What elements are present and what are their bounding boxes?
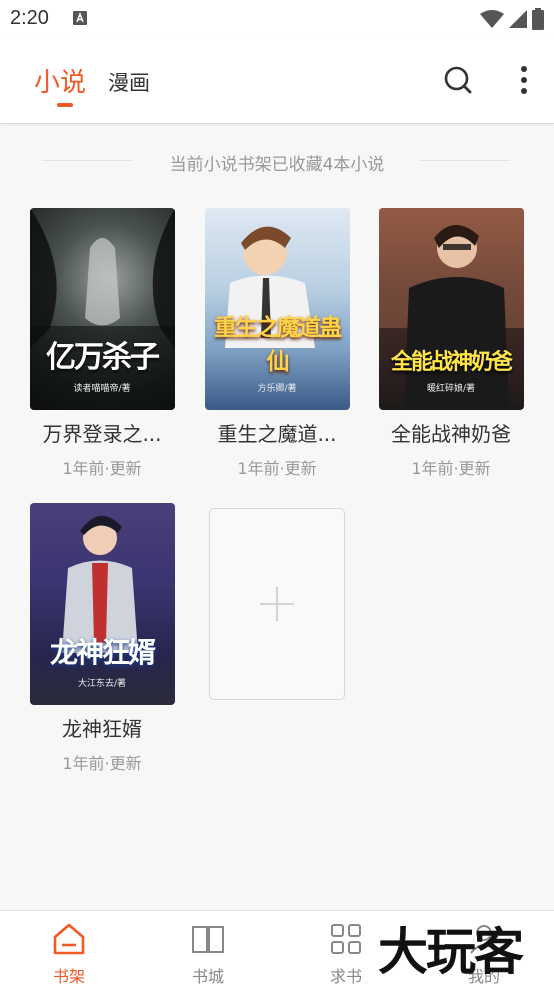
status-icons <box>480 8 544 30</box>
cover-art <box>378 208 524 410</box>
more-options-icon[interactable] <box>512 64 536 96</box>
nav-request-book[interactable]: 求书 <box>306 921 386 985</box>
cover-title: 亿万杀子 <box>46 340 160 375</box>
watermark-text: 大玩客 <box>378 923 524 981</box>
signal-icon <box>509 10 527 28</box>
plus-icon <box>260 587 294 621</box>
shelf-summary: 当前小说书架已收藏4本小说 <box>0 148 554 175</box>
notification-a-icon <box>73 11 87 25</box>
cover-title: 重生之魔道蛊仙 <box>214 315 342 375</box>
status-time: 2:20 <box>10 7 49 29</box>
book-cover[interactable]: 全能战神奶爸 暖红碎娘/著 <box>378 208 524 410</box>
book-title[interactable]: 龙神狂婿 <box>32 713 172 742</box>
cover-title: 龙神狂婿 <box>49 636 156 669</box>
cover-art <box>61 515 138 653</box>
nav-request-book-label: 求书 <box>329 967 362 985</box>
book-update-time: 1年前·更新 <box>411 459 491 478</box>
status-bar: 2:20 <box>0 0 554 40</box>
add-book-button[interactable] <box>209 508 345 700</box>
book-title[interactable]: 全能战神奶爸 <box>381 418 521 447</box>
home-icon <box>53 923 85 955</box>
book-title[interactable]: 万界登录之... <box>32 418 172 447</box>
nav-bookstore[interactable]: 书城 <box>168 921 248 985</box>
nav-bookstore-label: 书城 <box>191 967 224 985</box>
divider-right <box>420 160 510 161</box>
book-update-time: 1年前·更新 <box>62 754 142 773</box>
battery-icon <box>532 8 544 30</box>
book-item[interactable]: 全能战神奶爸 暖红碎娘/著 全能战神奶爸 1年前·更新 <box>366 208 536 479</box>
nav-bookshelf-label: 书架 <box>52 967 85 985</box>
book-item[interactable]: 重生之魔道蛊仙 方乐卿/著 重生之魔道... 1年前·更新 <box>192 208 362 479</box>
wifi-icon <box>480 10 504 28</box>
book-title[interactable]: 重生之魔道... <box>207 418 347 447</box>
cover-title: 全能战神奶爸 <box>390 350 513 375</box>
search-icon[interactable] <box>442 64 474 96</box>
book-cover[interactable]: 亿万杀子 读者喵喵帝/著 <box>29 208 175 410</box>
cover-author: 方乐卿/著 <box>257 384 297 394</box>
book-icon <box>192 926 224 953</box>
grid-icon <box>331 924 361 954</box>
tab-novel[interactable]: 小说 <box>34 62 86 99</box>
shelf-summary-text: 当前小说书架已收藏4本小说 <box>169 155 385 175</box>
tab-comic[interactable]: 漫画 <box>108 67 150 97</box>
book-item[interactable]: 亿万杀子 读者喵喵帝/著 万界登录之... 1年前·更新 <box>17 208 187 479</box>
cover-author: 读者喵喵帝/著 <box>73 384 131 394</box>
book-cover[interactable]: 重生之魔道蛊仙 方乐卿/著 <box>204 208 350 410</box>
top-nav: 小说 漫画 <box>0 40 554 124</box>
cover-author: 暖红碎娘/著 <box>426 384 476 394</box>
book-item[interactable]: 龙神狂婿 大江东去/著 龙神狂婿 1年前·更新 <box>17 503 187 774</box>
tab-active-indicator <box>57 103 73 107</box>
book-update-time: 1年前·更新 <box>237 459 317 478</box>
nav-bookshelf[interactable]: 书架 <box>29 921 109 985</box>
cover-author: 大江东去/著 <box>77 679 127 689</box>
book-cover[interactable]: 龙神狂婿 大江东去/著 <box>29 503 175 705</box>
cover-art <box>29 208 175 410</box>
book-update-time: 1年前·更新 <box>62 459 142 478</box>
